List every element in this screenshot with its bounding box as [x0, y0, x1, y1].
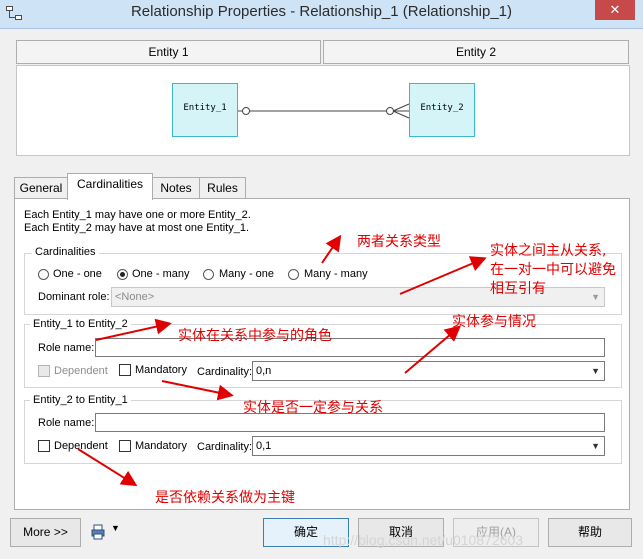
annotation-dependent-pk: 是否依赖关系做为主键 [155, 490, 295, 506]
arrow-participation [404, 325, 462, 374]
arrow-dependent [77, 448, 138, 487]
annotation-participation: 实体参与情况 [452, 314, 536, 330]
annotation-arrows [77, 234, 487, 487]
arrow-relation-type [321, 234, 342, 264]
annotation-relation-type: 两者关系类型 [357, 234, 441, 250]
annotation-role-in-relation: 实体在关系中参与的角色 [178, 328, 332, 344]
annotation-master-slave-3: 相互引有 [490, 281, 546, 297]
annotation-master-slave-2: 在一对一中可以避免 [490, 262, 616, 278]
annotation-master-slave-1: 实体之间主从关系, [490, 243, 607, 259]
annotation-mandatory-participation: 实体是否一定参与关系 [243, 400, 383, 416]
more-button[interactable]: More >> [10, 518, 81, 547]
chevron-down-icon[interactable]: ▼ [111, 523, 120, 533]
arrow-role [95, 318, 172, 341]
help-button[interactable]: 帮助 [548, 518, 632, 547]
arrow-master-slave [399, 256, 487, 295]
printer-icon[interactable] [90, 524, 106, 540]
tab-cardinalities[interactable]: Cardinalities [67, 173, 153, 200]
watermark-text: http://blog.csdn.net/u010872603 [323, 532, 524, 548]
arrow-mandatory [161, 380, 234, 401]
